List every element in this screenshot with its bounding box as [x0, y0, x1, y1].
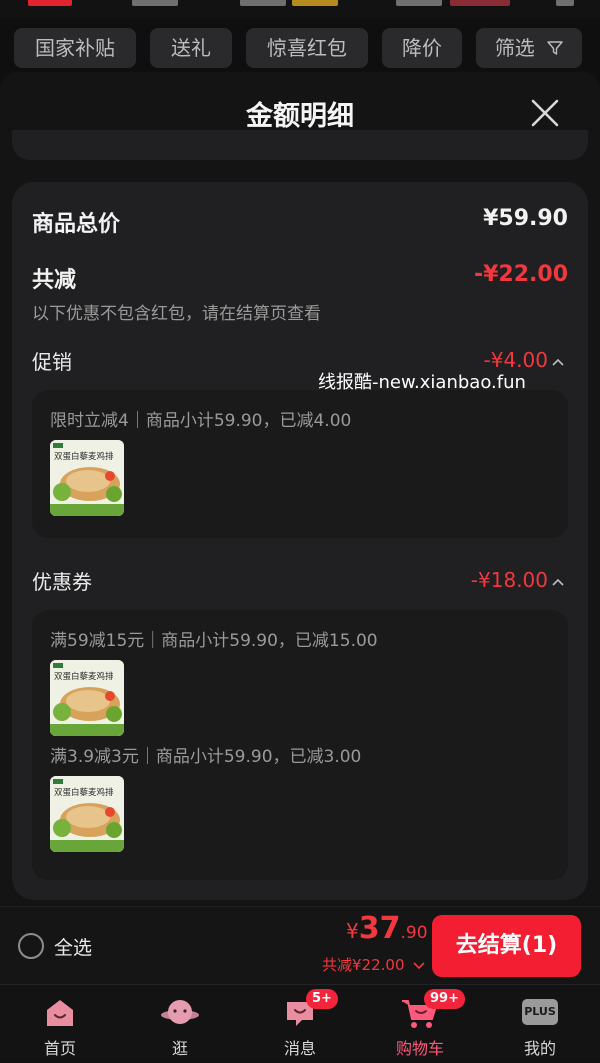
top-tab-tag-remnant [450, 0, 510, 6]
product-image: 双蛋白藜麦鸡排 [50, 776, 124, 852]
product-thumb-text: 双蛋白藜麦鸡排 [54, 787, 114, 798]
discount-note: 以下优惠不包含红包，请在结算页查看 [32, 304, 321, 324]
top-nav-remnant [0, 0, 600, 18]
message-badge: 5+ [306, 989, 338, 1009]
amount-detail-sheet: 金额明细 商品总价 ¥59.90 共减 -¥22.00 以下优惠不包含红包，请在… [0, 72, 600, 906]
cart-badge: 99+ [424, 989, 465, 1009]
top-tab-active-indicator [28, 0, 72, 6]
coupon-detail-text: 满3.9减3元｜商品小计59.90，已减3.00 [50, 747, 362, 767]
search-icon[interactable] [556, 0, 574, 6]
tab-home[interactable]: 首页 [0, 985, 120, 1063]
chip-red-packet[interactable]: 惊喜红包 [246, 28, 368, 68]
chevron-down-icon [413, 961, 425, 969]
product-thumbnail[interactable]: 双蛋白藜麦鸡排 [50, 660, 124, 736]
chip-label: 国家补贴 [35, 36, 115, 60]
chip-label: 筛选 [494, 36, 535, 60]
watermark-text: 线报酷-new.xianbao.fun [318, 372, 526, 393]
tab-label: 首页 [43, 1039, 76, 1058]
chip-price-drop[interactable]: 降价 [382, 28, 462, 68]
product-thumbnail[interactable]: 双蛋白藜麦鸡排 [50, 440, 124, 516]
checkout-bar: 全选 ¥37.90 共减¥22.00 去结算(1) [0, 906, 600, 984]
tab-profile[interactable]: PLUS 我的 [480, 985, 600, 1063]
promotion-label: 促销 [32, 350, 72, 374]
checkout-button[interactable]: 去结算(1) [432, 915, 581, 977]
chip-national-subsidy[interactable]: 国家补贴 [14, 28, 136, 68]
close-icon [531, 99, 559, 127]
previous-card-edge [12, 130, 588, 160]
product-image: 双蛋白藜麦鸡排 [50, 440, 124, 516]
tab-messages[interactable]: 5+ 消息 [240, 985, 360, 1063]
saved-detail-toggle[interactable]: 共减¥22.00 [322, 954, 425, 975]
bottom-tab-bar: 首页 逛 5+ 消息 99+ 购物车 PLUS 我的 [0, 984, 600, 1062]
product-image: 双蛋白藜麦鸡排 [50, 660, 124, 736]
saved-amount-text: 共减¥22.00 [322, 956, 405, 974]
home-icon [47, 1000, 73, 1026]
price-integer: 37 [358, 911, 401, 946]
close-button[interactable] [524, 92, 566, 134]
tab-label: 消息 [283, 1039, 316, 1058]
tab-explore[interactable]: 逛 [120, 985, 240, 1063]
tab-label: 逛 [171, 1039, 188, 1058]
coupon-label: 优惠券 [32, 570, 92, 594]
promotion-detail-text: 限时立减4｜商品小计59.90，已减4.00 [50, 411, 352, 431]
total-price-value: ¥59.90 [483, 206, 568, 231]
chevron-up-icon [552, 578, 564, 586]
filter-chips: 国家补贴 送礼 惊喜红包 降价 筛选 [0, 24, 600, 70]
top-tab-remnant [132, 0, 178, 6]
tab-label: 购物车 [395, 1039, 444, 1058]
tab-label: 我的 [523, 1039, 556, 1058]
promotion-detail-box: 限时立减4｜商品小计59.90，已减4.00 双蛋白藜麦鸡排 [32, 390, 568, 538]
chip-gift[interactable]: 送礼 [150, 28, 232, 68]
total-discount-label: 共减 [32, 268, 77, 293]
top-tab-remnant [396, 0, 442, 6]
total-discount-value: -¥22.00 [473, 262, 568, 287]
planet-icon [161, 1000, 199, 1024]
chip-label: 送礼 [171, 36, 211, 60]
price-decimal: .90 [400, 923, 428, 943]
checkout-price: ¥37.90 [346, 911, 428, 953]
chip-label: 惊喜红包 [267, 36, 347, 60]
select-all-radio[interactable] [18, 933, 44, 959]
chevron-up-icon [552, 358, 564, 366]
plus-membership-icon: PLUS [522, 999, 558, 1025]
filter-icon [547, 41, 563, 55]
coupon-detail-text: 满59减15元｜商品小计59.90，已减15.00 [50, 631, 378, 651]
chip-label: 降价 [402, 36, 442, 60]
top-tab-tag-remnant [292, 0, 338, 6]
coupon-value: -¥18.00 [470, 568, 548, 592]
select-all-label: 全选 [54, 937, 93, 959]
product-thumb-text: 双蛋白藜麦鸡排 [54, 451, 114, 462]
price-currency: ¥ [346, 919, 359, 943]
chip-filter[interactable]: 筛选 [476, 28, 582, 68]
product-thumb-text: 双蛋白藜麦鸡排 [54, 671, 114, 682]
top-tab-remnant [240, 0, 286, 6]
coupon-detail-box: 满59减15元｜商品小计59.90，已减15.00 双蛋白藜麦鸡排 满3.9减3… [32, 610, 568, 880]
product-thumbnail[interactable]: 双蛋白藜麦鸡排 [50, 776, 124, 852]
coupon-toggle[interactable]: -¥18.00 [471, 568, 564, 592]
amount-detail-card: 商品总价 ¥59.90 共减 -¥22.00 以下优惠不包含红包，请在结算页查看… [12, 182, 588, 900]
total-price-label: 商品总价 [32, 212, 121, 237]
tab-cart[interactable]: 99+ 购物车 [360, 985, 480, 1063]
sheet-title: 金额明细 [246, 101, 354, 132]
